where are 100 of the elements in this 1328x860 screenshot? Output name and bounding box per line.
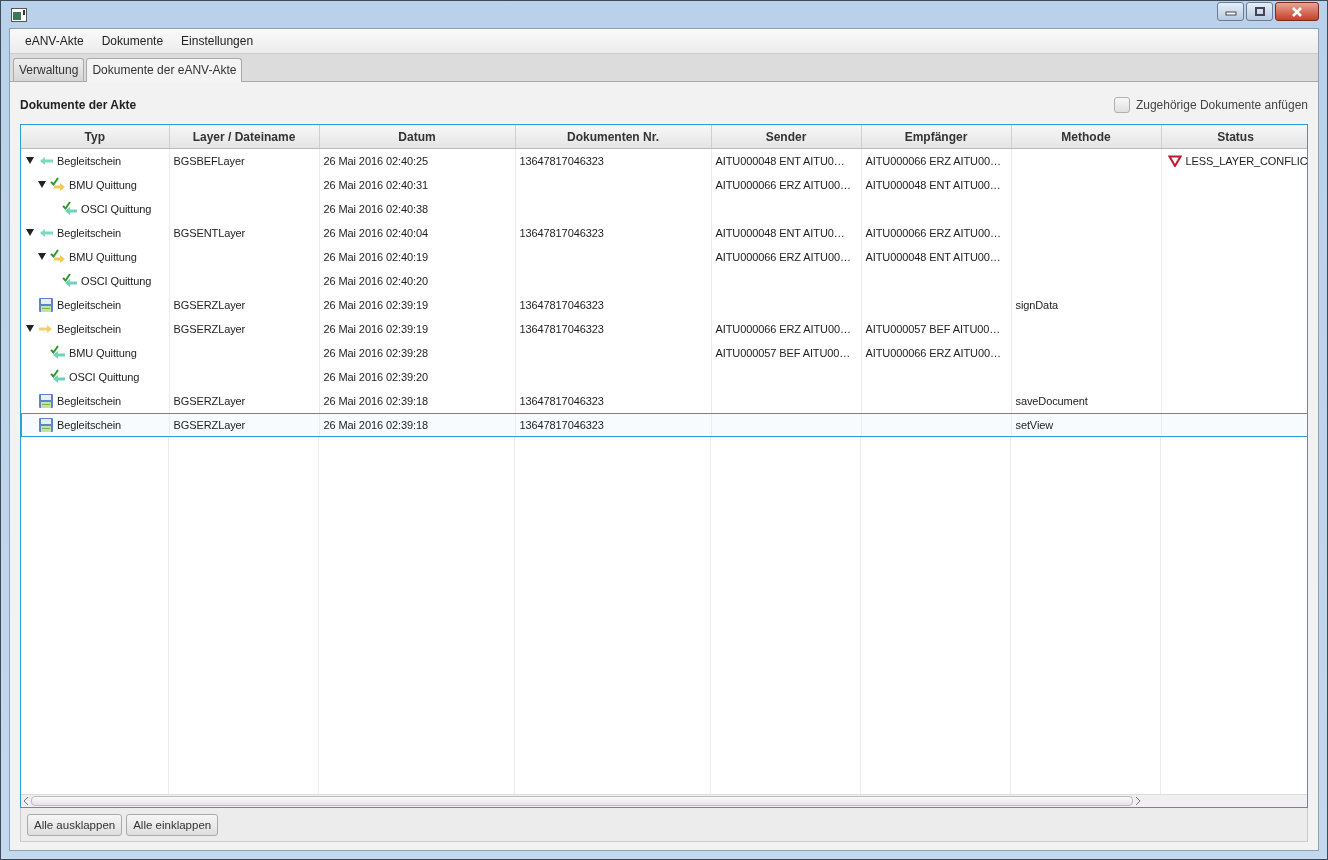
menu-item[interactable]: Einstellungen bbox=[172, 34, 263, 48]
button[interactable]: Alle ausklappen bbox=[27, 814, 123, 836]
minimize-button[interactable] bbox=[1217, 2, 1244, 21]
arrow-check-icon bbox=[62, 272, 78, 289]
checkbox-label[interactable]: Zugehörige Dokumente anfügen bbox=[1135, 98, 1308, 112]
warning-triangle-icon bbox=[1167, 154, 1182, 167]
type-text: Begleitschein bbox=[57, 226, 122, 239]
table-row[interactable]: Begleitschein BGSERZLayer 26 Mai 2016 02:39:18 13647817046323 saveDocument bbox=[21, 388, 1307, 413]
table-row[interactable]: Begleitschein BGSBEFLayer 26 Mai 2016 02:40:25 13647817046323 AITU000048 ENT AITU0… AITU000066 ERZ AITU00… LESS_LAYER_CONFLIC bbox=[21, 148, 1307, 173]
checkbox[interactable] bbox=[1113, 97, 1130, 113]
maximize-button[interactable] bbox=[1246, 2, 1273, 21]
table-cell: signData bbox=[1015, 298, 1059, 311]
table-cell: 26 Mai 2016 02:39:18 bbox=[323, 394, 428, 407]
collapse-arrow-icon[interactable] bbox=[25, 157, 35, 165]
table-cell: 13647817046323 bbox=[519, 394, 604, 407]
column-header[interactable]: Sender bbox=[711, 125, 861, 149]
tab[interactable]: Verwaltung bbox=[13, 58, 85, 81]
arrow-check-icon bbox=[50, 248, 66, 265]
table-row[interactable]: OSCI Quittung 26 Mai 2016 02:39:20 bbox=[21, 364, 1307, 389]
table-cell: saveDocument bbox=[1015, 394, 1088, 407]
arrow-check-icon bbox=[50, 176, 66, 193]
table-cell: 26 Mai 2016 02:39:18 bbox=[323, 418, 428, 431]
collapse-arrow-icon[interactable] bbox=[37, 253, 47, 260]
type-text: BMU Quittung bbox=[69, 178, 137, 191]
table-cell: AITU000057 BEF AITU00… bbox=[865, 322, 1001, 335]
type-text: Begleitschein bbox=[57, 298, 122, 311]
type-text: Begleitschein bbox=[57, 394, 122, 407]
horizontal-scrollbar[interactable] bbox=[21, 794, 1307, 807]
column-header[interactable]: Dokumenten Nr. bbox=[515, 125, 711, 149]
table-cell: AITU000048 ENT AITU00… bbox=[865, 250, 1001, 263]
section-title: Dokumente der Akte bbox=[20, 98, 137, 112]
collapse-arrow-icon[interactable] bbox=[25, 325, 35, 332]
column-header[interactable]: Status bbox=[1161, 125, 1307, 149]
table-row[interactable]: Begleitschein BGSERZLayer 26 Mai 2016 02:39:19 13647817046323 AITU000066 ERZ AITU00… AITU000057 BEF AITU00… bbox=[21, 316, 1307, 341]
scroll-right-icon[interactable] bbox=[1135, 797, 1141, 805]
menu-item[interactable]: Dokumente bbox=[92, 34, 173, 48]
menu-item[interactable]: eANV-Akte bbox=[16, 34, 93, 48]
table-cell: BGSBEFLayer bbox=[173, 154, 245, 167]
table-row[interactable]: Begleitschein BGSERZLayer 26 Mai 2016 02:39:18 13647817046323 setView bbox=[21, 412, 1307, 437]
collapse-arrow-icon[interactable] bbox=[25, 229, 35, 236]
table-cell: 26 Mai 2016 02:39:19 bbox=[323, 298, 428, 311]
table-cell: 13647817046323 bbox=[519, 418, 604, 431]
type-text: Begleitschein bbox=[57, 418, 122, 431]
table-cell: 26 Mai 2016 02:39:28 bbox=[323, 346, 428, 359]
table-cell: 13647817046323 bbox=[519, 322, 604, 335]
table-cell: 13647817046323 bbox=[519, 298, 604, 311]
type-text: BMU Quittung bbox=[69, 346, 137, 359]
table-cell: AITU000066 ERZ AITU00… bbox=[865, 346, 1001, 359]
status-text: LESS_LAYER_CONFLIC bbox=[1185, 154, 1307, 167]
table-cell: AITU000066 ERZ AITU00… bbox=[715, 250, 851, 263]
table-cell: 26 Mai 2016 02:39:19 bbox=[323, 322, 428, 335]
column-header[interactable]: Methode bbox=[1011, 125, 1161, 149]
column-header[interactable]: Datum bbox=[319, 125, 515, 149]
table-cell: AITU000066 ERZ AITU00… bbox=[865, 154, 1001, 167]
column-header[interactable]: Typ bbox=[21, 125, 169, 149]
tab[interactable]: Dokumente der eANV-Akte bbox=[86, 58, 243, 82]
type-text: BMU Quittung bbox=[69, 250, 137, 263]
table-cell: 26 Mai 2016 02:40:19 bbox=[323, 250, 428, 263]
table-row[interactable]: BMU Quittung 26 Mai 2016 02:40:19 AITU000066 ERZ AITU00… AITU000048 ENT AITU00… bbox=[21, 244, 1307, 269]
table-cell: AITU000057 BEF AITU00… bbox=[715, 346, 851, 359]
table-cell: AITU000066 ERZ AITU00… bbox=[715, 178, 851, 191]
table-row[interactable]: BMU Quittung 26 Mai 2016 02:40:31 AITU000066 ERZ AITU00… AITU000048 ENT AITU00… bbox=[21, 172, 1307, 197]
arrow-check-icon bbox=[50, 344, 66, 361]
scrollbar-thumb[interactable] bbox=[31, 796, 1133, 806]
table-row[interactable]: OSCI Quittung 26 Mai 2016 02:40:38 bbox=[21, 196, 1307, 221]
type-text: OSCI Quittung bbox=[81, 202, 152, 215]
table-row[interactable]: BMU Quittung 26 Mai 2016 02:39:28 AITU000057 BEF AITU00… AITU000066 ERZ AITU00… bbox=[21, 340, 1307, 365]
table-row[interactable]: Begleitschein BGSENTLayer 26 Mai 2016 02:40:04 13647817046323 AITU000048 ENT AITU0… AITU000066 ERZ AITU00… bbox=[21, 220, 1307, 245]
scroll-left-icon[interactable] bbox=[23, 797, 29, 805]
table-cell: AITU000066 ERZ AITU00… bbox=[715, 322, 851, 335]
table-cell: AITU000048 ENT AITU0… bbox=[715, 226, 845, 239]
collapse-arrow-icon[interactable] bbox=[37, 181, 47, 188]
table-cell: 26 Mai 2016 02:40:25 bbox=[323, 154, 428, 167]
table-cell: BGSERZLayer bbox=[173, 418, 246, 431]
table-row[interactable]: Begleitschein BGSERZLayer 26 Mai 2016 02:39:19 13647817046323 signData bbox=[21, 292, 1307, 317]
table-row[interactable]: OSCI Quittung 26 Mai 2016 02:40:20 bbox=[21, 268, 1307, 293]
column-header[interactable]: Layer / Dateiname bbox=[169, 125, 319, 149]
table-cell: 26 Mai 2016 02:40:31 bbox=[323, 178, 428, 191]
type-text: OSCI Quittung bbox=[69, 370, 140, 383]
table-cell: AITU000066 ERZ AITU00… bbox=[865, 226, 1001, 239]
maximize-icon bbox=[1253, 6, 1266, 17]
table-cell: BGSERZLayer bbox=[173, 394, 246, 407]
app-icon bbox=[11, 7, 27, 22]
button[interactable]: Alle einklappen bbox=[126, 814, 219, 836]
type-text: Begleitschein bbox=[57, 322, 122, 335]
table-cell: BGSENTLayer bbox=[173, 226, 246, 239]
close-icon bbox=[1291, 6, 1303, 17]
close-button[interactable] bbox=[1275, 2, 1319, 21]
table-cell: AITU000048 ENT AITU00… bbox=[865, 178, 1001, 191]
arrow-check-icon bbox=[50, 368, 66, 385]
table-cell: 13647817046323 bbox=[519, 226, 604, 239]
column-header[interactable]: Empfänger bbox=[861, 125, 1011, 149]
table-cell: 26 Mai 2016 02:39:20 bbox=[323, 370, 428, 383]
table-cell: 26 Mai 2016 02:40:04 bbox=[323, 226, 428, 239]
arrow-check-icon bbox=[62, 200, 78, 217]
table-cell: BGSERZLayer bbox=[173, 322, 246, 335]
table-cell: 26 Mai 2016 02:40:20 bbox=[323, 274, 428, 287]
table-cell: AITU000048 ENT AITU0… bbox=[715, 154, 845, 167]
type-text: Begleitschein bbox=[57, 154, 122, 167]
table-cell: 26 Mai 2016 02:40:38 bbox=[323, 202, 428, 215]
